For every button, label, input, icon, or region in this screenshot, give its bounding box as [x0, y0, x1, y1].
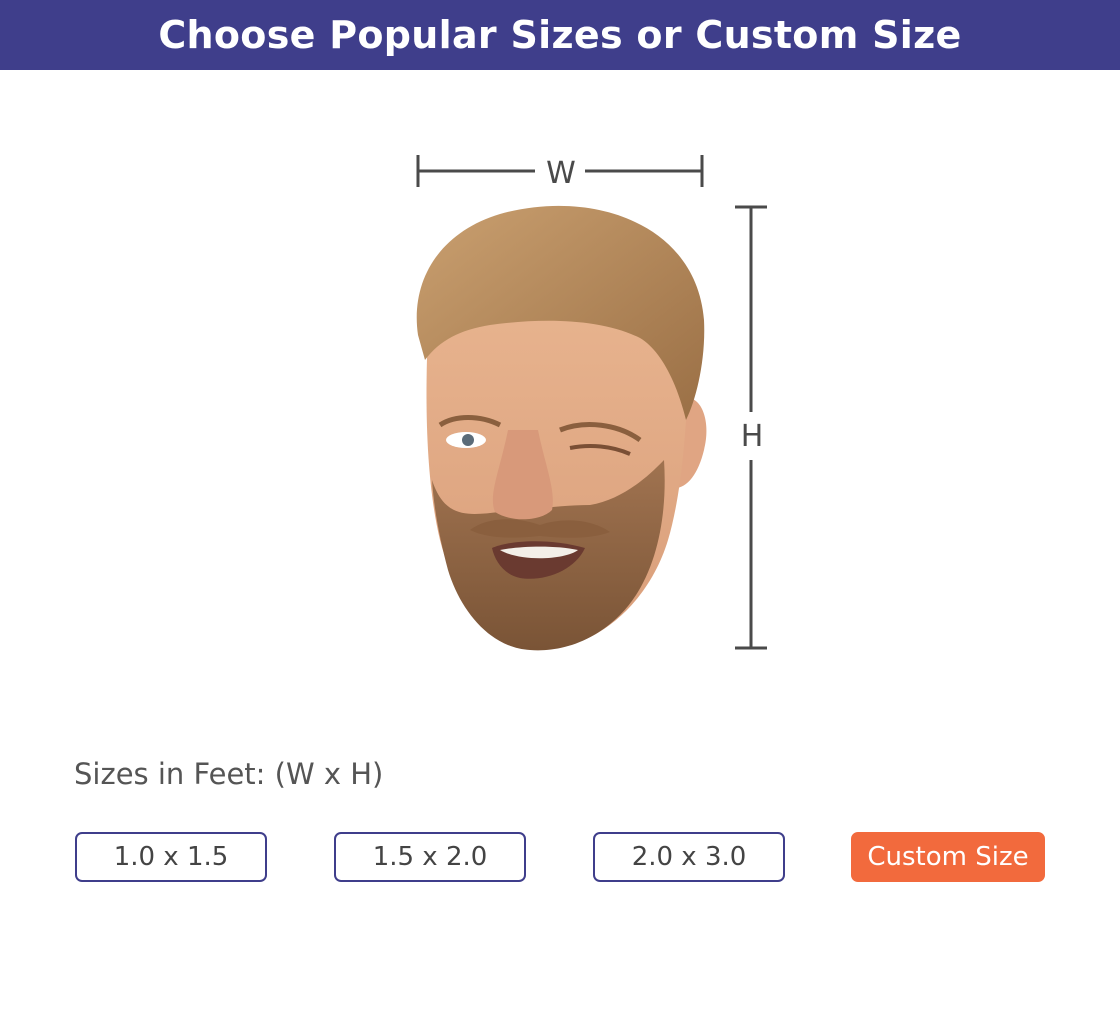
- left-iris: [462, 434, 474, 446]
- sizes-label: Sizes in Feet: (W x H): [74, 757, 384, 791]
- size-option-2x3-button[interactable]: 2.0 x 3.0: [593, 832, 785, 882]
- width-dimension: W: [416, 155, 704, 191]
- width-label: W: [546, 156, 576, 191]
- face-cutout-image: [416, 205, 707, 651]
- size-diagram: W H: [416, 155, 767, 651]
- page: Choose Popular Sizes or Custom Size W H …: [0, 0, 1120, 1020]
- height-label: H: [741, 419, 764, 454]
- size-option-1-5x2-button[interactable]: 1.5 x 2.0: [334, 832, 526, 882]
- size-option-1x1-5-button[interactable]: 1.0 x 1.5: [75, 832, 267, 882]
- height-dimension: H: [735, 205, 767, 650]
- custom-size-button[interactable]: Custom Size: [851, 832, 1045, 882]
